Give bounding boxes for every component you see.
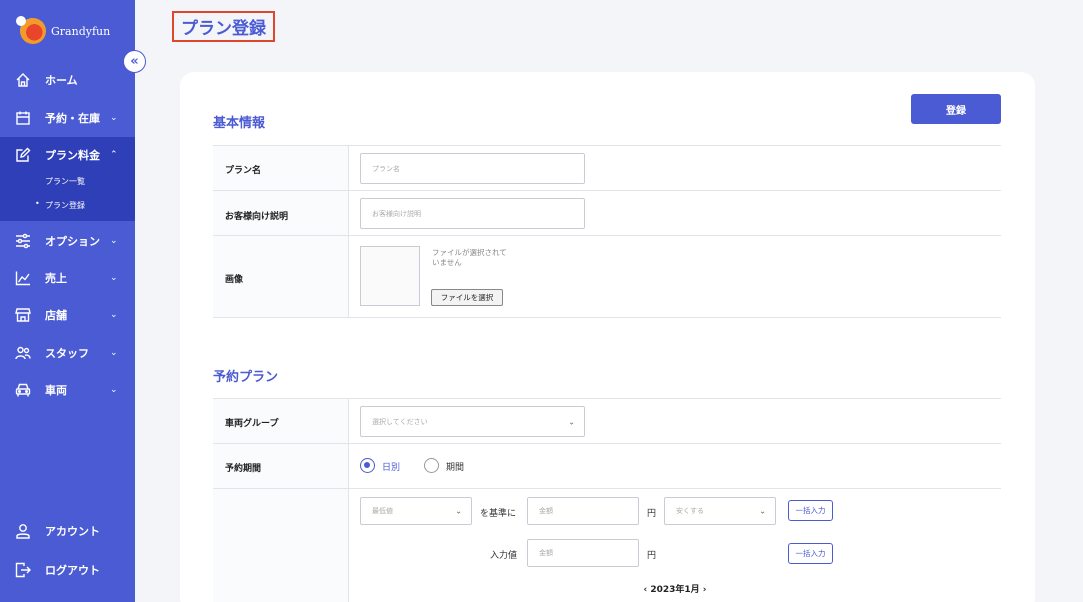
radio-period-label: 期間 xyxy=(446,463,465,473)
yen-label: 円 xyxy=(647,551,657,561)
section-title-reservation-plan: 予約プラン xyxy=(213,370,279,385)
prev-month-icon[interactable]: ‹ xyxy=(643,585,647,595)
sidebar-subitem-plan-list[interactable]: プラン一覧 xyxy=(45,176,85,187)
next-month-icon[interactable]: › xyxy=(703,585,707,595)
description-input[interactable]: お客様向け説明 xyxy=(360,198,585,229)
sidebar-item-label: ホーム xyxy=(45,74,78,87)
period-label: 予約期間 xyxy=(225,464,262,474)
sidebar-item-account[interactable]: アカウント xyxy=(0,513,135,549)
sidebar-item-reservation[interactable]: 予約・在庫 ⌄ xyxy=(0,100,135,136)
chevron-down-icon: ⌄ xyxy=(110,310,118,320)
home-icon xyxy=(14,71,32,89)
sidebar-item-label: スタッフ xyxy=(45,347,89,360)
input-value-field[interactable]: 金額 xyxy=(527,539,639,567)
sidebar-item-stores[interactable]: 店舗 ⌄ xyxy=(0,297,135,333)
chevron-down-icon: ⌄ xyxy=(568,417,575,426)
chevron-down-icon: ⌄ xyxy=(110,273,118,283)
vehicle-group-placeholder: 選択してください xyxy=(372,417,428,426)
sidebar-item-label: 店舗 xyxy=(45,309,67,322)
chevron-down-icon: ⌄ xyxy=(455,506,462,516)
input-value-label: 入力値 xyxy=(490,551,518,561)
base-text: を基準に xyxy=(480,509,517,519)
image-label: 画像 xyxy=(225,275,244,285)
file-status-text: ファイルが選択されていません xyxy=(432,248,507,267)
app-logo[interactable]: Grandyfun xyxy=(16,16,111,44)
chart-icon xyxy=(14,269,32,287)
sidebar-item-home[interactable]: ホーム xyxy=(0,62,135,98)
price-base-value: 最低値 xyxy=(372,507,393,515)
store-icon xyxy=(14,306,32,324)
price-base-select[interactable]: 最低値 ⌄ xyxy=(360,497,472,525)
sidebar-item-label: 売上 xyxy=(45,272,67,285)
sidebar: Grandyfun ホーム 予約・在庫 ⌄ プラン料金 ⌃ プラン一覧 • プラ… xyxy=(0,0,135,602)
page-title: プラン登録 xyxy=(172,11,275,42)
sidebar-item-options[interactable]: オプション ⌄ xyxy=(0,223,135,259)
adjust-select[interactable]: 安くする ⌄ xyxy=(664,497,776,525)
register-button[interactable]: 登録 xyxy=(911,94,1001,124)
chevron-up-icon: ⌃ xyxy=(110,150,118,160)
sidebar-item-staff[interactable]: スタッフ ⌄ xyxy=(0,335,135,371)
chevron-down-icon: ⌄ xyxy=(110,113,118,123)
radio-period[interactable] xyxy=(424,458,439,473)
sidebar-item-label: 車両 xyxy=(45,384,67,397)
chevron-down-icon: ⌄ xyxy=(759,506,766,516)
vehicle-group-select[interactable]: 選択してください ⌄ xyxy=(360,406,585,437)
amount-input[interactable]: 金額 xyxy=(527,497,639,525)
sidebar-item-plan-pricing[interactable]: プラン料金 ⌃ xyxy=(0,137,135,173)
chevron-down-icon: ⌄ xyxy=(110,348,118,358)
sidebar-item-label: オプション xyxy=(45,235,100,248)
sidebar-subitem-plan-register[interactable]: プラン登録 xyxy=(45,200,85,211)
chevron-down-icon: ⌄ xyxy=(110,385,118,395)
sidebar-item-sales[interactable]: 売上 ⌄ xyxy=(0,260,135,296)
bulk-input-button[interactable]: 一括入力 xyxy=(788,500,833,521)
sidebar-item-label: アカウント xyxy=(45,525,100,538)
radio-daily[interactable] xyxy=(360,458,375,473)
plan-name-label: プラン名 xyxy=(225,166,262,176)
staff-icon xyxy=(14,344,32,362)
sidebar-item-logout[interactable]: ログアウト xyxy=(0,552,135,588)
month-navigator: ‹ 2023年1月 › xyxy=(620,582,730,595)
form-row-image: 画像 xyxy=(213,235,1001,318)
logo-icon xyxy=(16,16,46,44)
sidebar-submenu: プラン一覧 • プラン登録 xyxy=(0,173,135,221)
description-label: お客様向け説明 xyxy=(225,212,289,222)
form-row-description: お客様向け説明 xyxy=(213,190,1001,236)
logout-icon xyxy=(14,561,32,579)
plan-name-input[interactable]: プラン名 xyxy=(360,153,585,184)
car-icon xyxy=(14,381,32,399)
sliders-icon xyxy=(14,232,32,250)
sidebar-item-label: ログアウト xyxy=(45,564,100,577)
radio-daily-label: 日別 xyxy=(382,463,401,473)
form-row-period: 予約期間 xyxy=(213,443,1001,489)
chevron-down-icon: ⌄ xyxy=(110,236,118,246)
sidebar-item-label: 予約・在庫 xyxy=(45,112,100,125)
adjust-value: 安くする xyxy=(676,507,704,515)
active-bullet: • xyxy=(35,199,40,208)
file-select-button[interactable]: ファイルを選択 xyxy=(431,289,503,306)
image-preview xyxy=(360,246,420,306)
vehicle-group-label: 車両グループ xyxy=(225,419,279,429)
month-label: 2023年1月 xyxy=(650,585,700,595)
section-title-basic-info: 基本情報 xyxy=(213,116,266,131)
app-name: Grandyfun xyxy=(51,24,111,38)
calendar-icon xyxy=(14,109,32,127)
user-icon xyxy=(14,522,32,540)
yen-label: 円 xyxy=(647,509,657,519)
form-row-vehicle-group: 車両グループ xyxy=(213,398,1001,444)
collapse-sidebar-icon[interactable]: « xyxy=(123,50,146,73)
sidebar-item-label: プラン料金 xyxy=(45,149,100,162)
edit-icon xyxy=(14,146,32,164)
bulk-input-button-2[interactable]: 一括入力 xyxy=(788,543,833,564)
form-row-plan-name: プラン名 xyxy=(213,145,1001,191)
sidebar-item-vehicles[interactable]: 車両 ⌄ xyxy=(0,372,135,408)
